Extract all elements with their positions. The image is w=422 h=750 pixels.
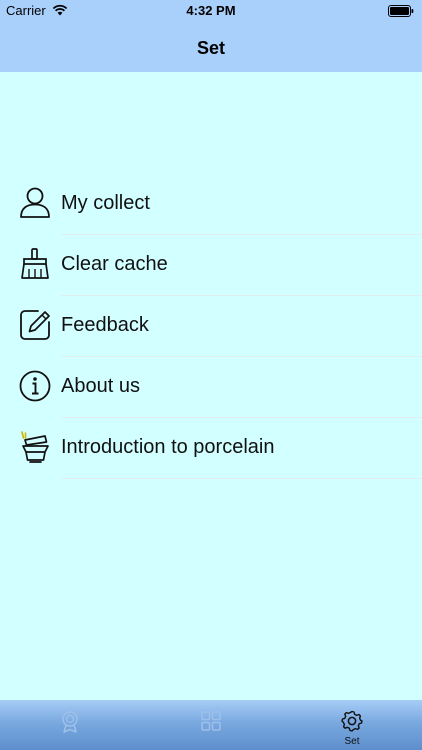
status-time: 4:32 PM: [186, 3, 236, 18]
person-icon: [20, 187, 50, 218]
navigation-bar: Set: [0, 22, 422, 72]
settings-menu: My collect Clear cache Feedback About us: [0, 174, 422, 479]
page-title: Set: [196, 38, 225, 58]
tab-bar: Set: [0, 700, 422, 750]
menu-label: About us: [61, 375, 140, 397]
tab-set[interactable]: Set: [282, 700, 422, 750]
gear-icon: [341, 710, 363, 732]
battery-icon: [388, 5, 414, 17]
tab-label: Set: [344, 736, 360, 747]
menu-item-my-collect[interactable]: My collect: [0, 174, 422, 235]
info-icon: [19, 370, 51, 402]
edit-icon: [20, 310, 50, 340]
menu-item-clear-cache[interactable]: Clear cache: [0, 235, 422, 296]
menu-label: Clear cache: [61, 253, 168, 275]
menu-label: Introduction to porcelain: [61, 436, 275, 458]
status-bar: Carrier 4:32 PM: [0, 0, 422, 22]
tab-categories[interactable]: [141, 700, 281, 750]
menu-item-introduction-to-porcelain[interactable]: Introduction to porcelain: [0, 418, 422, 479]
porcelain-icon: [21, 431, 49, 463]
menu-item-about-us[interactable]: About us: [0, 357, 422, 418]
grid-icon: [201, 711, 221, 731]
menu-label: My collect: [61, 192, 150, 214]
menu-item-feedback[interactable]: Feedback: [0, 296, 422, 357]
broom-icon: [21, 248, 49, 279]
badge-icon: [62, 711, 78, 733]
tab-home[interactable]: [0, 700, 140, 750]
divider: [61, 478, 422, 479]
menu-label: Feedback: [61, 314, 149, 336]
